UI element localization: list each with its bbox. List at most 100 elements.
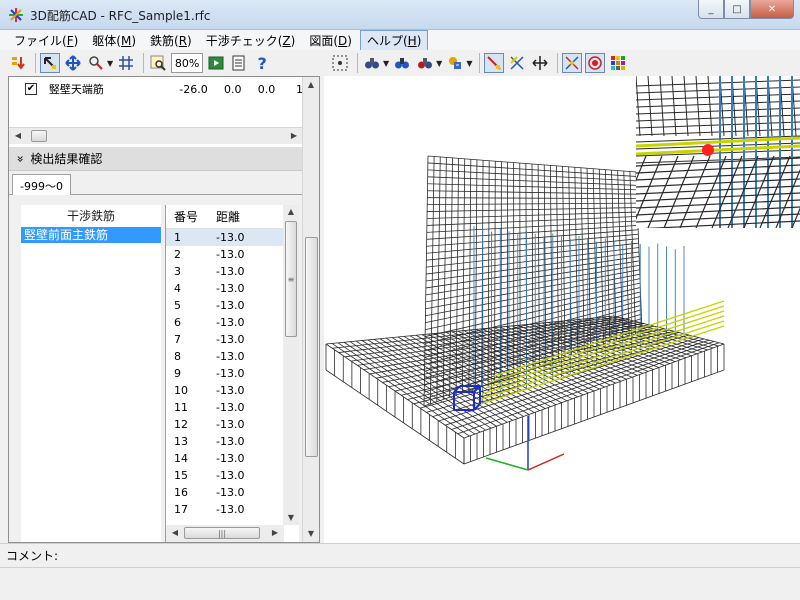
grid-hscrollbar[interactable]: ◀ ||| ▶ <box>166 525 284 542</box>
table-row[interactable]: 7 -13.0 <box>166 331 299 348</box>
scroll-thumb[interactable]: ≡ <box>285 221 297 337</box>
scroll-left-arrow[interactable]: ◀ <box>168 525 182 541</box>
table-row[interactable]: 14 -13.0 <box>166 450 299 467</box>
scroll-down-arrow[interactable]: ▼ <box>283 511 299 525</box>
table-row[interactable]: 6 -13.0 <box>166 314 299 331</box>
table-row[interactable]: 11 -13.0 <box>166 399 299 416</box>
menu-file[interactable]: ファイル(F) <box>8 31 84 50</box>
interference-closeup-view[interactable] <box>636 76 800 228</box>
binoculars-dropdown-arrow[interactable]: ▼ <box>383 59 389 68</box>
export-icon[interactable] <box>229 53 249 73</box>
axis-y-line <box>485 457 529 471</box>
row-distance: -13.0 <box>216 401 245 414</box>
minimize-button[interactable]: _ <box>698 0 724 19</box>
interference-check-icon[interactable] <box>562 53 583 73</box>
column-header-distance[interactable]: 距離 <box>216 208 240 225</box>
row-number: 16 <box>174 486 188 499</box>
rebar-select-icon[interactable] <box>484 53 505 73</box>
rebar-cross-icon[interactable] <box>507 53 527 73</box>
menu-body[interactable]: 躯体(M) <box>86 31 142 50</box>
scroll-right-arrow[interactable]: ▶ <box>287 128 301 144</box>
column-header-number[interactable]: 番号 <box>166 208 216 225</box>
layer-icon[interactable] <box>445 53 465 73</box>
property-row[interactable]: ✔ 竪壁天端筋 -26.0 0.0 0.0 1 <box>9 79 303 99</box>
help-icon[interactable]: ? <box>252 53 272 73</box>
scroll-left-arrow[interactable]: ◀ <box>11 128 25 144</box>
play-icon[interactable] <box>206 53 226 73</box>
menu-help[interactable]: ヘルプ(H) <box>359 29 429 51</box>
scroll-down-arrow[interactable]: ▼ <box>303 526 319 542</box>
row-distance: -13.0 <box>216 282 245 295</box>
row-number: 1 <box>174 231 181 244</box>
row-distance: -13.0 <box>216 452 245 465</box>
left-panel-vscrollbar[interactable]: ▲ ▼ <box>302 77 319 542</box>
detection-results-header[interactable]: » 検出結果確認 <box>9 147 303 171</box>
interference-pane: 干渉鉄筋 竪壁前面主鉄筋 番号 距離 1 -13.0 2 -13.0 3 -13.0 4 -1… <box>9 195 303 542</box>
visibility-checkbox[interactable]: ✔ <box>25 83 37 95</box>
menu-drawing[interactable]: 図面(D) <box>303 31 358 50</box>
row-number: 4 <box>174 282 181 295</box>
menu-rebar[interactable]: 鉄筋(R) <box>144 31 198 50</box>
list-header: 干渉鉄筋 <box>66 209 115 223</box>
table-row[interactable]: 12 -13.0 <box>166 416 299 433</box>
row-distance: -13.0 <box>216 486 245 499</box>
table-row[interactable]: 8 -13.0 <box>166 348 299 365</box>
row-number: 2 <box>174 248 181 261</box>
row-number: 15 <box>174 469 188 482</box>
table-row[interactable]: 15 -13.0 <box>166 467 299 484</box>
table-row[interactable]: 5 -13.0 <box>166 297 299 314</box>
grid-icon[interactable] <box>116 53 136 73</box>
table-row[interactable]: 2 -13.0 <box>166 246 299 263</box>
row-number: 3 <box>174 265 181 278</box>
view-dropdown-arrow[interactable]: ▼ <box>436 59 442 68</box>
zoom-level-field[interactable]: 80% <box>171 53 204 73</box>
list-item[interactable]: 竪壁前面主鉄筋 <box>21 227 161 243</box>
binoculars-icon[interactable] <box>362 53 382 73</box>
table-row[interactable]: 4 -13.0 <box>166 280 299 297</box>
interference-rebar-list: 干渉鉄筋 竪壁前面主鉄筋 <box>21 205 161 542</box>
menu-interference-check[interactable]: 干渉チェック(Z) <box>200 31 302 50</box>
grid-header: 番号 距離 <box>166 205 299 229</box>
dimension-icon[interactable] <box>530 53 550 73</box>
property-hscrollbar[interactable]: ◀ ▶ <box>9 127 303 144</box>
table-row[interactable]: 13 -13.0 <box>166 433 299 450</box>
color-palette-icon[interactable] <box>608 53 628 73</box>
binoculars-front-icon[interactable] <box>392 53 412 73</box>
row-number: 7 <box>174 333 181 346</box>
binoculars-side-icon[interactable] <box>415 53 435 73</box>
move-icon[interactable] <box>63 53 83 73</box>
axis-x-line <box>527 453 565 471</box>
table-row[interactable]: 16 -13.0 <box>166 484 299 501</box>
table-row[interactable]: 10 -13.0 <box>166 382 299 399</box>
table-row[interactable]: 3 -13.0 <box>166 263 299 280</box>
table-row[interactable]: 17 -13.0 <box>166 501 299 518</box>
row-distance: -13.0 <box>216 231 245 244</box>
property-value-4: 1 <box>296 82 304 96</box>
scroll-thumb[interactable] <box>305 237 318 457</box>
scroll-thumb[interactable]: ||| <box>184 527 260 539</box>
scroll-right-arrow[interactable]: ▶ <box>268 525 282 541</box>
target-icon[interactable] <box>585 53 606 73</box>
zoom-dropdown-arrow[interactable]: ▼ <box>107 59 113 68</box>
table-row[interactable]: 9 -13.0 <box>166 365 299 382</box>
scroll-thumb[interactable] <box>31 130 47 142</box>
close-button[interactable]: ✕ <box>750 0 794 19</box>
collapse-chevron-icon[interactable]: » <box>14 155 28 162</box>
sort-icon[interactable] <box>8 53 28 73</box>
tab-range[interactable]: -999～0 <box>12 174 71 196</box>
property-value-2: 0.0 <box>223 82 242 96</box>
table-row[interactable]: 1 -13.0 <box>166 229 299 246</box>
scroll-up-arrow[interactable]: ▲ <box>283 205 299 219</box>
layer-dropdown-arrow[interactable]: ▼ <box>466 59 472 68</box>
grid-vscrollbar[interactable]: ▲ ≡ ▼ <box>283 205 299 525</box>
status-bar <box>0 567 800 600</box>
3d-viewport[interactable] <box>324 76 800 543</box>
zoom-icon[interactable] <box>86 53 106 73</box>
range-tab-strip: -999～0 <box>9 171 303 196</box>
select-arrow-icon[interactable] <box>40 53 60 73</box>
maximize-button[interactable]: □ <box>724 0 750 19</box>
row-distance: -13.0 <box>216 316 245 329</box>
fit-all-icon[interactable] <box>330 53 350 73</box>
fit-view-icon[interactable] <box>148 53 168 73</box>
scroll-up-arrow[interactable]: ▲ <box>303 77 319 93</box>
